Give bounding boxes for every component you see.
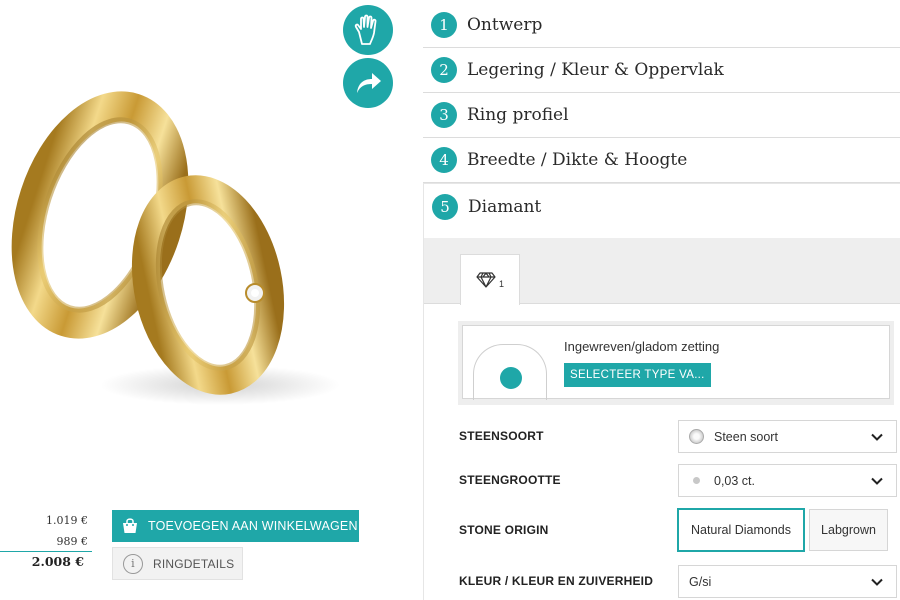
hand-icon — [354, 14, 377, 45]
add-to-cart-button[interactable]: TOEVOEGEN AAN WINKELWAGEN — [112, 510, 359, 542]
small-stone-icon — [693, 477, 700, 484]
stone-type-label: STEENSOORT — [459, 429, 544, 443]
diamond-tabbar: 1 — [424, 238, 900, 305]
color-clarity-value: G/si — [689, 574, 712, 589]
tab-count: 1 — [498, 279, 504, 289]
step-label: Ontwerp — [467, 15, 543, 35]
setting-card: Ingewreven/gladom zetting SELECTEER TYPE… — [462, 325, 890, 400]
chevron-down-icon — [871, 433, 883, 441]
step-width-thickness-height[interactable]: 4 Breedte / Dikte & Hoogte — [423, 138, 900, 183]
stone-size-select[interactable]: 0,03 ct. — [678, 464, 897, 497]
step-number: 4 — [431, 147, 457, 173]
step-label: Legering / Kleur & Oppervlak — [467, 60, 724, 80]
ring-details-label: RINGDETAILS — [153, 556, 235, 571]
ring-details-button[interactable]: i RINGDETAILS — [112, 547, 243, 580]
color-clarity-label: KLEUR / KLEUR EN ZUIVERHEID — [459, 574, 654, 588]
step-ring-profile[interactable]: 3 Ring profiel — [423, 93, 900, 138]
select-setting-type-button[interactable]: SELECTEER TYPE VA... — [564, 363, 711, 387]
chevron-down-icon — [871, 578, 883, 586]
step-number: 1 — [431, 12, 457, 38]
color-clarity-select[interactable]: G/si — [678, 565, 897, 598]
diamond-icon — [476, 272, 496, 288]
step-number: 2 — [431, 57, 457, 83]
labgrown-button[interactable]: Labgrown — [809, 509, 888, 551]
tab-diamond-1[interactable]: 1 — [460, 254, 520, 305]
price-total: 2.008 € — [31, 554, 84, 569]
step-diamond[interactable]: 5 Diamant — [424, 184, 900, 229]
info-icon: i — [123, 553, 143, 574]
chevron-down-icon — [871, 477, 883, 485]
step-label: Ring profiel — [467, 105, 569, 125]
price-item-1: 1.019 € — [46, 514, 88, 527]
diamond-panel: 5 Diamant 1 Ingewreven/gladom zetting SE… — [423, 183, 900, 600]
step-design[interactable]: 1 Ontwerp — [423, 3, 900, 48]
setting-title: Ingewreven/gladom zetting — [564, 339, 720, 354]
step-number: 3 — [431, 102, 457, 128]
share-button[interactable] — [343, 58, 393, 108]
hand-icon-button[interactable] — [343, 5, 393, 55]
shopping-bag-icon — [121, 517, 139, 535]
setting-selector: Ingewreven/gladom zetting SELECTEER TYPE… — [458, 321, 894, 405]
step-label: Diamant — [468, 196, 542, 217]
stone-origin-label: STONE ORIGIN — [459, 523, 549, 537]
price-divider — [0, 551, 92, 552]
natural-diamonds-button[interactable]: Natural Diamonds — [677, 508, 805, 552]
step-number: 5 — [432, 193, 458, 220]
price-item-2: 989 € — [56, 535, 89, 548]
step-alloy-color-surface[interactable]: 2 Legering / Kleur & Oppervlak — [423, 48, 900, 93]
stone-size-label: STEENGROOTTE — [459, 473, 561, 487]
step-label: Breedte / Dikte & Hoogte — [467, 150, 688, 170]
configurator-steps: 1 Ontwerp 2 Legering / Kleur & Oppervlak… — [423, 3, 900, 183]
price-list: 1.019 € 989 € — [0, 510, 88, 552]
stone-type-value: Steen soort — [714, 429, 778, 444]
setting-stone-dot — [500, 367, 522, 389]
stone-size-value: 0,03 ct. — [714, 473, 755, 488]
add-to-cart-label: TOEVOEGEN AAN WINKELWAGEN — [148, 519, 358, 533]
stone-icon — [689, 429, 704, 444]
share-arrow-icon — [357, 73, 381, 93]
setting-thumbnail — [473, 344, 547, 400]
stone-type-select[interactable]: Steen soort — [678, 420, 897, 453]
